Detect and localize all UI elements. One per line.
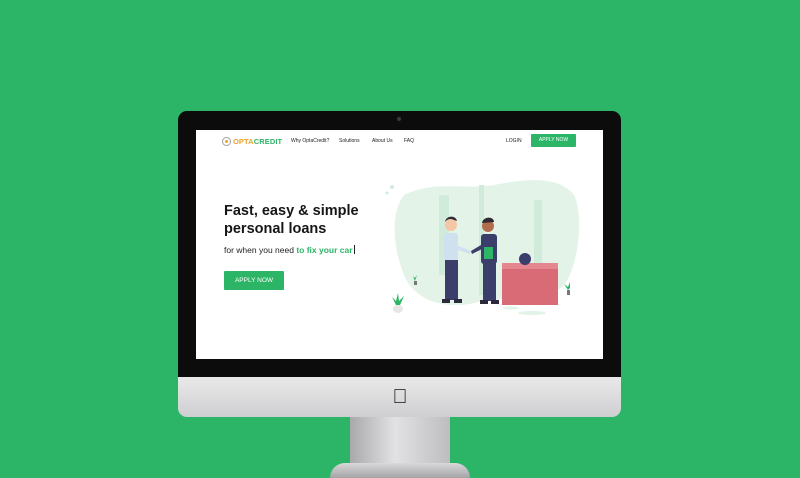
brand-logo[interactable]: OPTA CREDIT <box>222 136 282 146</box>
monitor-stand-foot <box>330 463 470 478</box>
nav-link-solutions[interactable]: Solutions <box>339 138 360 144</box>
monitor-stand-neck <box>350 417 450 467</box>
hero-subtitle-prefix: for when you need <box>224 245 297 255</box>
logo-text-credit: CREDIT <box>253 136 283 146</box>
hero-subtitle-highlight: to fix your car <box>296 245 353 255</box>
navbar: OPTA CREDIT Why OptaCredit? Solutions Abo… <box>196 130 603 152</box>
floor-plant <box>392 293 404 305</box>
imac-mockup: OPTA CREDIT Why OptaCredit? Solutions Abo… <box>178 111 621 478</box>
monitor-bezel: OPTA CREDIT Why OptaCredit? Solutions Abo… <box>178 111 621 377</box>
nav-link-faq[interactable]: FAQ <box>404 138 414 144</box>
logo-icon <box>222 136 231 146</box>
nav-link-about[interactable]: About Us <box>372 138 393 144</box>
website-screen: OPTA CREDIT Why OptaCredit? Solutions Abo… <box>196 130 603 359</box>
apple-icon:  <box>388 385 412 409</box>
login-link[interactable]: LOGIN <box>506 138 522 144</box>
hero-title: Fast, easy & simple personal loans <box>224 203 359 237</box>
person-left-head <box>445 219 457 231</box>
monitor-chin:  <box>178 377 621 417</box>
nav-apply-now-button[interactable]: APPLY NOW <box>531 134 576 147</box>
handshake-illustration <box>385 180 580 315</box>
logo-text-opta: OPTA <box>233 136 254 146</box>
typing-caret <box>353 245 355 254</box>
camera-dot <box>397 117 401 121</box>
nav-link-why[interactable]: Why OptaCredit? <box>291 138 329 144</box>
hero-subtitle: for when you need to fix your car <box>224 245 355 255</box>
hero-apply-now-button[interactable]: APPLY NOW <box>224 271 284 290</box>
reception-desk <box>502 267 558 305</box>
green-folder <box>484 247 493 259</box>
